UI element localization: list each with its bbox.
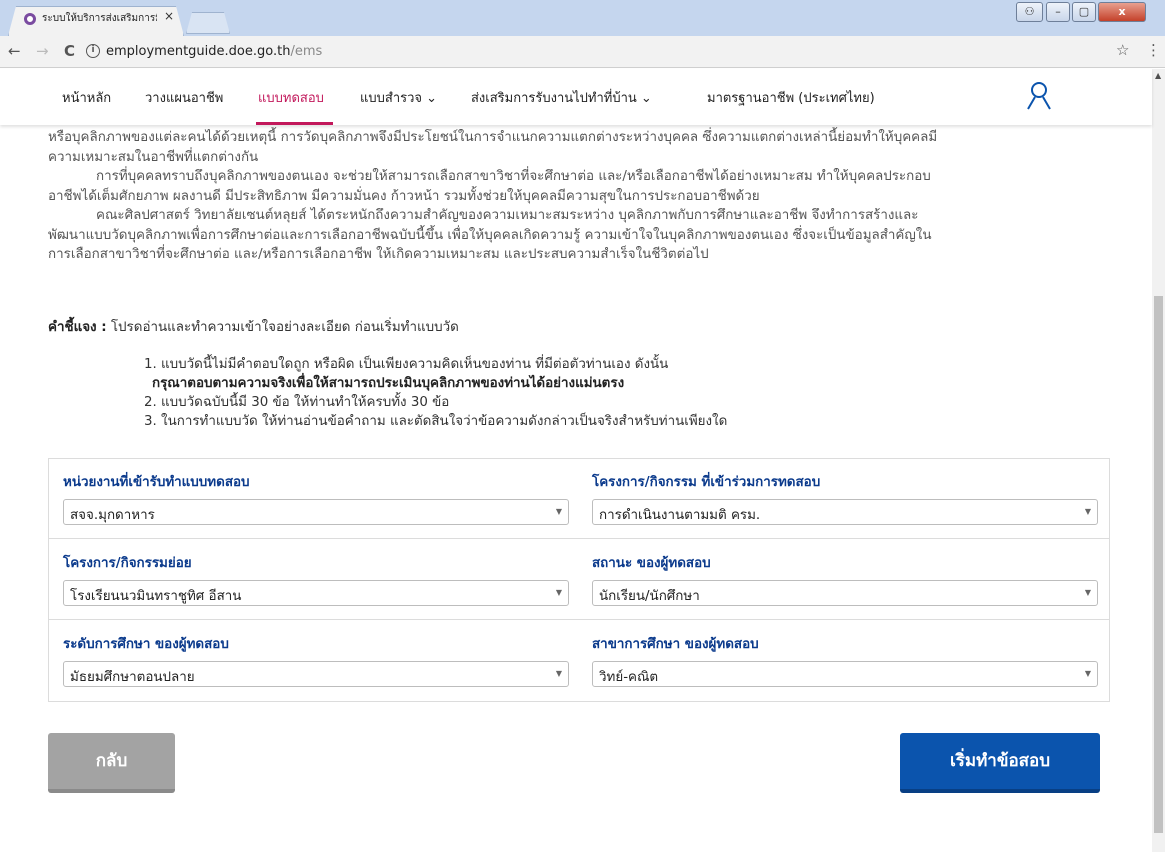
site-favicon-icon	[24, 13, 36, 25]
project-field: โครงการ/กิจกรรม ที่เข้าร่วมการทดสอบ การด…	[592, 471, 1098, 525]
edu-field-value: วิทย์-คณิต	[599, 670, 659, 685]
project-select[interactable]: การดำเนินงานตามมติ ครม. ▼	[592, 499, 1098, 525]
form-row: หน่วยงานที่เข้ารับทำแบบทดสอบ สจจ.มุกดาหา…	[49, 459, 1109, 539]
nav-item-tests[interactable]: แบบทดสอบ	[258, 87, 324, 108]
intro-line: การที่บุคคลทราบถึงบุคลิกภาพของตนเอง จะช่…	[96, 169, 931, 184]
forward-arrow-icon[interactable]: →	[36, 42, 49, 60]
edu-field-label: สาขาการศึกษา ของผู้ทดสอบ	[592, 637, 759, 652]
instructions-label: คำชี้แจง :	[48, 320, 107, 335]
nav-item-home-work[interactable]: ส่งเสริมการรับงานไปทำที่บ้าน ⌄	[471, 87, 652, 108]
bookmark-star-icon[interactable]: ☆	[1116, 41, 1129, 59]
maximize-button[interactable]: ▢	[1072, 2, 1096, 22]
info-icon[interactable]: i	[86, 44, 100, 58]
tab-title[interactable]: ระบบให้บริการส่งเสริมการมี	[42, 11, 157, 26]
intro-line: หรือบุคลิกภาพของแต่ละคนได้ด้วยเหตุนี้ กา…	[48, 130, 938, 145]
subproject-label: โครงการ/กิจกรรมย่อย	[63, 556, 192, 571]
back-arrow-icon[interactable]: ←	[8, 42, 21, 60]
instruction-emphasis: กรุณาตอบตามความจริงเพื่อให้สามารถประเมิน…	[152, 376, 625, 391]
status-field: สถานะ ของผู้ทดสอบ นักเรียน/นักศึกษา ▼	[592, 552, 1098, 606]
project-value: การดำเนินงานตามมติ ครม.	[599, 508, 761, 523]
intro-line: อาชีพได้เต็มศักยภาพ ผลงานดี มีประสิทธิภา…	[48, 188, 760, 204]
browser-titlebar: ระบบให้บริการส่งเสริมการมี × ⚇ – ▢ x	[0, 0, 1165, 36]
agency-field: หน่วยงานที่เข้ารับทำแบบทดสอบ สจจ.มุกดาหา…	[63, 471, 569, 525]
url-text[interactable]: employmentguide.doe.go.th/ems	[106, 44, 322, 59]
chevron-down-icon: ▼	[555, 507, 562, 516]
browser-menu-icon[interactable]: ⋮	[1146, 41, 1161, 59]
chevron-down-icon: ▼	[1084, 588, 1091, 597]
edu-level-select[interactable]: มัธยมศึกษาตอนปลาย ▼	[63, 661, 569, 687]
intro-text: หรือบุคลิกภาพของแต่ละคนได้ด้วยเหตุนี้ กา…	[48, 128, 1113, 265]
agency-label: หน่วยงานที่เข้ารับทำแบบทดสอบ	[63, 475, 250, 490]
intro-line: ความเหมาะสมในอาชีพที่แตกต่างกัน	[48, 149, 259, 165]
agency-value: สจจ.มุกดาหาร	[70, 508, 155, 523]
url-host: employmentguide.doe.go.th	[106, 44, 291, 59]
scroll-thumb[interactable]	[1154, 296, 1163, 833]
nav-item-surveys[interactable]: แบบสำรวจ ⌄	[360, 87, 437, 108]
reload-icon[interactable]: C	[64, 42, 75, 60]
project-label: โครงการ/กิจกรรม ที่เข้าร่วมการทดสอบ	[592, 475, 821, 490]
subproject-select[interactable]: โรงเรียนนวมินทราชูทิศ อีสาน ▼	[63, 580, 569, 606]
agency-select[interactable]: สจจ.มุกดาหาร ▼	[63, 499, 569, 525]
minimize-button[interactable]: –	[1046, 2, 1070, 22]
scroll-up-icon[interactable]: ▲	[1155, 71, 1161, 80]
intro-line: การเลือกสาขาวิชาที่จะศึกษาต่อ และ/หรือกา…	[48, 247, 709, 262]
form-row: โครงการ/กิจกรรมย่อย โรงเรียนนวมินทราชูทิ…	[49, 540, 1109, 620]
close-window-button[interactable]: x	[1098, 2, 1146, 22]
profile-icon[interactable]: ⚇	[1016, 2, 1043, 22]
page-scrollbar[interactable]: ▲	[1152, 69, 1165, 852]
tab-close-icon[interactable]: ×	[164, 9, 174, 23]
back-button[interactable]: กลับ	[48, 733, 175, 793]
edu-level-label: ระดับการศึกษา ของผู้ทดสอบ	[63, 637, 229, 652]
chevron-down-icon: ▼	[1084, 507, 1091, 516]
instruction-item: 3. ในการทำแบบวัด ให้ท่านอ่านข้อคำถาม และ…	[144, 414, 728, 429]
test-info-form: หน่วยงานที่เข้ารับทำแบบทดสอบ สจจ.มุกดาหา…	[48, 458, 1110, 702]
start-test-button[interactable]: เริ่มทำข้อสอบ	[900, 733, 1100, 793]
edu-field-field: สาขาการศึกษา ของผู้ทดสอบ วิทย์-คณิต ▼	[592, 633, 1098, 687]
address-bar[interactable]: i employmentguide.doe.go.th/ems	[82, 40, 1135, 64]
instructions-heading: คำชี้แจง : โปรดอ่านและทำความเข้าใจอย่างล…	[48, 316, 459, 337]
chevron-down-icon: ▼	[1084, 669, 1091, 678]
url-path: /ems	[290, 44, 323, 59]
browser-toolbar: ← → C i employmentguide.doe.go.th/ems ☆ …	[0, 36, 1165, 68]
nav-item-home[interactable]: หน้าหลัก	[62, 87, 111, 108]
edu-level-value: มัธยมศึกษาตอนปลาย	[70, 670, 195, 685]
form-row: ระดับการศึกษา ของผู้ทดสอบ มัธยมศึกษาตอนป…	[49, 621, 1109, 701]
new-tab-button[interactable]	[186, 12, 230, 34]
nav-item-career-plan[interactable]: วางแผนอาชีพ	[145, 87, 223, 108]
user-account-icon[interactable]	[1026, 80, 1052, 110]
status-value: นักเรียน/นักศึกษา	[599, 589, 700, 604]
instructions-text: โปรดอ่านและทำความเข้าใจอย่างละเอียด ก่อน…	[106, 320, 459, 335]
chevron-down-icon: ▼	[555, 669, 562, 678]
site-nav: หน้าหลัก วางแผนอาชีพ แบบทดสอบ แบบสำรวจ ⌄…	[0, 69, 1152, 125]
instruction-item: 2. แบบวัดฉบับนี้มี 30 ข้อ ให้ท่านทำให้คร…	[144, 395, 450, 410]
instruction-item: 1. แบบวัดนี้ไม่มีคำตอบใดถูก หรือผิด เป็น…	[144, 357, 669, 372]
chevron-down-icon: ▼	[555, 588, 562, 597]
subproject-value: โรงเรียนนวมินทราชูทิศ อีสาน	[70, 589, 242, 604]
intro-line: คณะศิลปศาสตร์ วิทยาลัยเซนต์หลุยส์ ได้ตระ…	[96, 208, 919, 223]
status-select[interactable]: นักเรียน/นักศึกษา ▼	[592, 580, 1098, 606]
nav-active-indicator	[256, 122, 333, 125]
nav-item-occupational-standards[interactable]: มาตรฐานอาชีพ (ประเทศไทย)	[707, 87, 875, 108]
edu-level-field: ระดับการศึกษา ของผู้ทดสอบ มัธยมศึกษาตอนป…	[63, 633, 569, 687]
instructions-list: 1. แบบวัดนี้ไม่มีคำตอบใดถูก หรือผิด เป็น…	[144, 355, 727, 431]
subproject-field: โครงการ/กิจกรรมย่อย โรงเรียนนวมินทราชูทิ…	[63, 552, 569, 606]
edu-field-select[interactable]: วิทย์-คณิต ▼	[592, 661, 1098, 687]
intro-line: พัฒนาแบบวัดบุคลิกภาพเพื่อการศึกษาต่อและก…	[48, 227, 932, 243]
status-label: สถานะ ของผู้ทดสอบ	[592, 556, 711, 571]
